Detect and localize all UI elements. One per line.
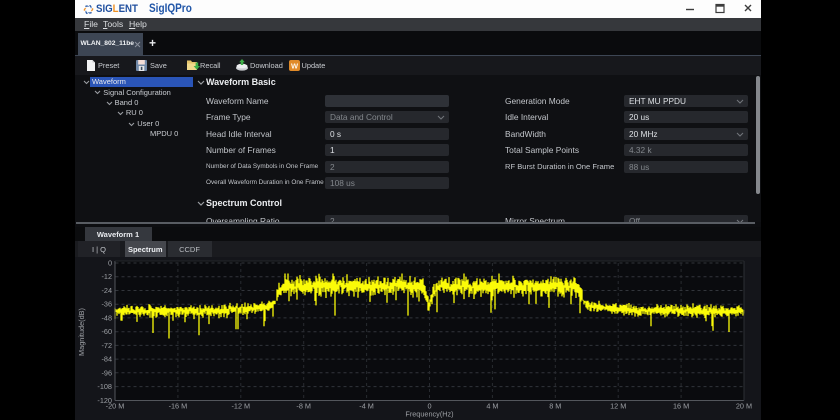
svg-text:8 M: 8 M xyxy=(549,402,561,411)
svg-text:-48: -48 xyxy=(101,313,112,322)
svg-text:Frequency(Hz): Frequency(Hz) xyxy=(405,410,453,419)
svg-text:12 M: 12 M xyxy=(610,402,626,411)
svg-text:-12: -12 xyxy=(101,272,112,281)
svg-text:-24: -24 xyxy=(101,286,112,295)
svg-text:-84: -84 xyxy=(101,355,112,364)
svg-text:-36: -36 xyxy=(101,300,112,309)
svg-text:-108: -108 xyxy=(97,382,112,391)
svg-text:-20 M: -20 M xyxy=(106,402,125,411)
svg-text:Magnitude(dB): Magnitude(dB) xyxy=(77,308,86,356)
svg-text:0: 0 xyxy=(108,259,112,268)
svg-text:-12 M: -12 M xyxy=(231,402,250,411)
svg-text:-60: -60 xyxy=(101,327,112,336)
svg-text:-96: -96 xyxy=(101,368,112,377)
svg-text:W: W xyxy=(290,61,298,70)
svg-text:16 M: 16 M xyxy=(673,402,689,411)
svg-text:4 M: 4 M xyxy=(486,402,498,411)
svg-text:-8 M: -8 M xyxy=(296,402,311,411)
svg-text:-16 M: -16 M xyxy=(169,402,188,411)
svg-text:20 M: 20 M xyxy=(736,402,752,411)
svg-text:-4 M: -4 M xyxy=(359,402,374,411)
svg-text:-72: -72 xyxy=(101,341,112,350)
